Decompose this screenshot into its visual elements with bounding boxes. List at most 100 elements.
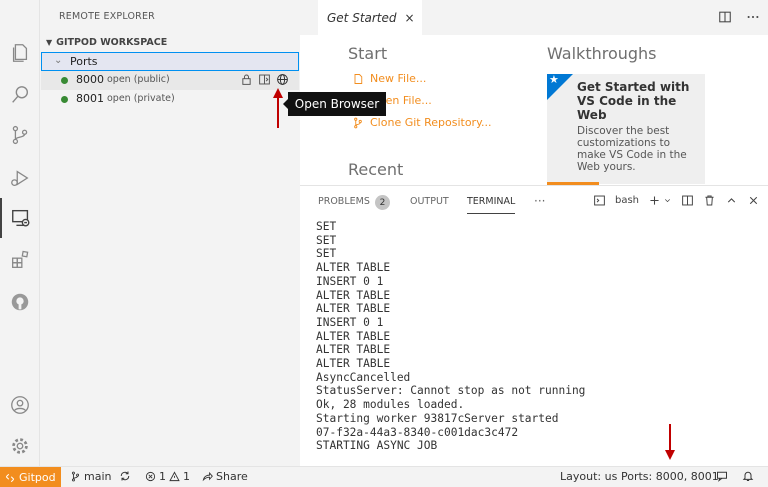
- branch-status[interactable]: main: [70, 470, 111, 483]
- more-actions-icon[interactable]: [746, 10, 760, 24]
- recent-heading: Recent: [348, 160, 404, 179]
- port-row-8001[interactable]: 8001 open (private): [41, 90, 299, 109]
- walkthrough-card[interactable]: ★ Get Started with VS Code in the Web Di…: [547, 73, 705, 185]
- notifications-bell-icon[interactable]: [742, 470, 754, 482]
- port-state: open (public): [107, 74, 170, 85]
- error-icon: [145, 471, 156, 482]
- run-debug-icon[interactable]: [0, 158, 40, 198]
- tab-problems[interactable]: PROBLEMS: [318, 196, 370, 207]
- start-heading: Start: [348, 44, 388, 63]
- port-number: 8001: [76, 92, 104, 105]
- shell-name[interactable]: bash: [615, 195, 639, 206]
- remote-explorer-icon[interactable]: [0, 198, 40, 238]
- git-branch-icon: [71, 471, 80, 482]
- sidebar-title: REMOTE EXPLORER: [59, 11, 155, 22]
- sync-icon[interactable]: [119, 470, 131, 482]
- explorer-icon[interactable]: [0, 33, 40, 73]
- lock-icon[interactable]: [240, 73, 253, 86]
- trash-icon[interactable]: [703, 194, 716, 207]
- git-branch-icon: [354, 117, 362, 128]
- split-editor-icon[interactable]: [718, 10, 732, 24]
- terminal-line: INSERT 0 1: [316, 315, 384, 329]
- terminal-line: ALTER TABLE: [316, 343, 391, 357]
- split-terminal-icon[interactable]: [681, 194, 694, 207]
- terminal-line: ALTER TABLE: [316, 261, 391, 275]
- extensions-icon[interactable]: [0, 240, 40, 280]
- account-icon[interactable]: [0, 385, 40, 425]
- branch-name: main: [84, 470, 112, 483]
- new-terminal-plus-icon[interactable]: [648, 194, 661, 207]
- terminal-line: ALTER TABLE: [316, 302, 391, 316]
- tab-get-started[interactable]: Get Started ×: [318, 0, 422, 35]
- tab-terminal[interactable]: TERMINAL: [467, 196, 516, 214]
- terminal-line: ALTER TABLE: [316, 357, 391, 371]
- maximize-panel-icon[interactable]: [725, 194, 738, 207]
- port-status-dot: [61, 77, 68, 84]
- tab-title: Get Started: [327, 10, 397, 25]
- warning-icon: [169, 471, 180, 482]
- settings-gear-icon[interactable]: [0, 426, 40, 466]
- ports-status[interactable]: Ports: 8000, 8001: [621, 470, 719, 483]
- share-status[interactable]: Share: [202, 470, 248, 483]
- globe-icon[interactable]: [276, 73, 289, 86]
- search-icon[interactable]: [0, 75, 40, 115]
- port-number: 8000: [76, 73, 104, 86]
- chevron-down-icon[interactable]: [663, 194, 672, 207]
- port-row-8000[interactable]: 8000 open (public): [41, 71, 299, 90]
- bottom-panel: PROBLEMS 2 OUTPUT TERMINAL ··· bash SET S…: [300, 185, 768, 466]
- error-count: 1: [159, 470, 166, 483]
- terminal-line: ALTER TABLE: [316, 329, 391, 343]
- remote-explorer-sidebar: REMOTE EXPLORER ▼ GITPOD WORKSPACE ⌄ Por…: [40, 0, 300, 466]
- new-file-label: New File...: [370, 72, 427, 85]
- feedback-icon[interactable]: [716, 470, 728, 482]
- open-browser-tooltip: Open Browser: [283, 92, 386, 116]
- clone-repo-link[interactable]: Clone Git Repository...: [352, 116, 492, 129]
- workspace-section-header[interactable]: ▼ GITPOD WORKSPACE: [46, 37, 167, 48]
- status-bar: Gitpod main 1 1 Share Layout: us Ports: …: [0, 466, 768, 487]
- activity-bar: [0, 0, 40, 466]
- source-control-icon[interactable]: [0, 115, 40, 155]
- panel-more-icon[interactable]: ···: [534, 194, 545, 208]
- terminal-line: SET: [316, 233, 337, 247]
- close-icon[interactable]: ×: [405, 11, 415, 25]
- new-file-link[interactable]: New File...: [352, 72, 426, 85]
- terminal-icon: [594, 195, 605, 206]
- share-icon: [202, 471, 213, 482]
- share-label: Share: [216, 470, 248, 483]
- chevron-down-icon: ⌄: [54, 55, 63, 66]
- workspace-section-label: GITPOD WORKSPACE: [56, 37, 168, 48]
- problems-status[interactable]: 1 1: [145, 470, 190, 483]
- terminal-line: 07-f32a-44a3-8340-c001dac3c472: [316, 425, 519, 439]
- annotation-arrow-down: [665, 424, 675, 460]
- terminal-line: STARTING ASYNC JOB: [316, 439, 438, 453]
- terminal-line: INSERT 0 1: [316, 274, 384, 288]
- terminal-line: ALTER TABLE: [316, 288, 391, 302]
- terminal-output[interactable]: SET SET SET ALTER TABLE INSERT 0 1 ALTER TABL…: [316, 220, 585, 453]
- keyboard-layout-status[interactable]: Layout: us: [560, 470, 617, 483]
- walkthrough-title: Get Started with VS Code in the Web: [577, 80, 690, 122]
- tab-output[interactable]: OUTPUT: [410, 196, 449, 207]
- ports-group[interactable]: ⌄ Ports: [41, 52, 299, 71]
- terminal-line: SET: [316, 220, 337, 233]
- open-preview-icon[interactable]: [258, 73, 271, 86]
- port-status-dot: [61, 96, 68, 103]
- terminal-line: Starting worker 93817cServer started: [316, 411, 559, 425]
- editor-tab-bar: Get Started ×: [300, 0, 768, 35]
- annotation-arrow-up: [273, 88, 283, 128]
- port-state: open (private): [107, 93, 175, 104]
- new-file-icon: [354, 73, 363, 84]
- terminal-line: SET: [316, 247, 337, 261]
- github-icon[interactable]: [0, 282, 40, 322]
- panel-tabs: PROBLEMS 2 OUTPUT TERMINAL ··· bash: [300, 186, 768, 218]
- layout-label: Layout: us: [560, 470, 618, 483]
- star-icon: ★: [549, 73, 559, 86]
- remote-indicator[interactable]: Gitpod: [0, 467, 61, 487]
- close-panel-icon[interactable]: [747, 194, 760, 207]
- terminal-line: AsyncCancelled: [316, 370, 411, 384]
- ports-label: Ports: 8000, 8001: [621, 470, 719, 483]
- remote-icon: [5, 473, 15, 482]
- problems-count-badge: 2: [375, 195, 390, 210]
- walkthroughs-heading: Walkthroughs: [547, 44, 657, 63]
- ports-group-label: Ports: [70, 55, 98, 68]
- warning-count: 1: [183, 470, 190, 483]
